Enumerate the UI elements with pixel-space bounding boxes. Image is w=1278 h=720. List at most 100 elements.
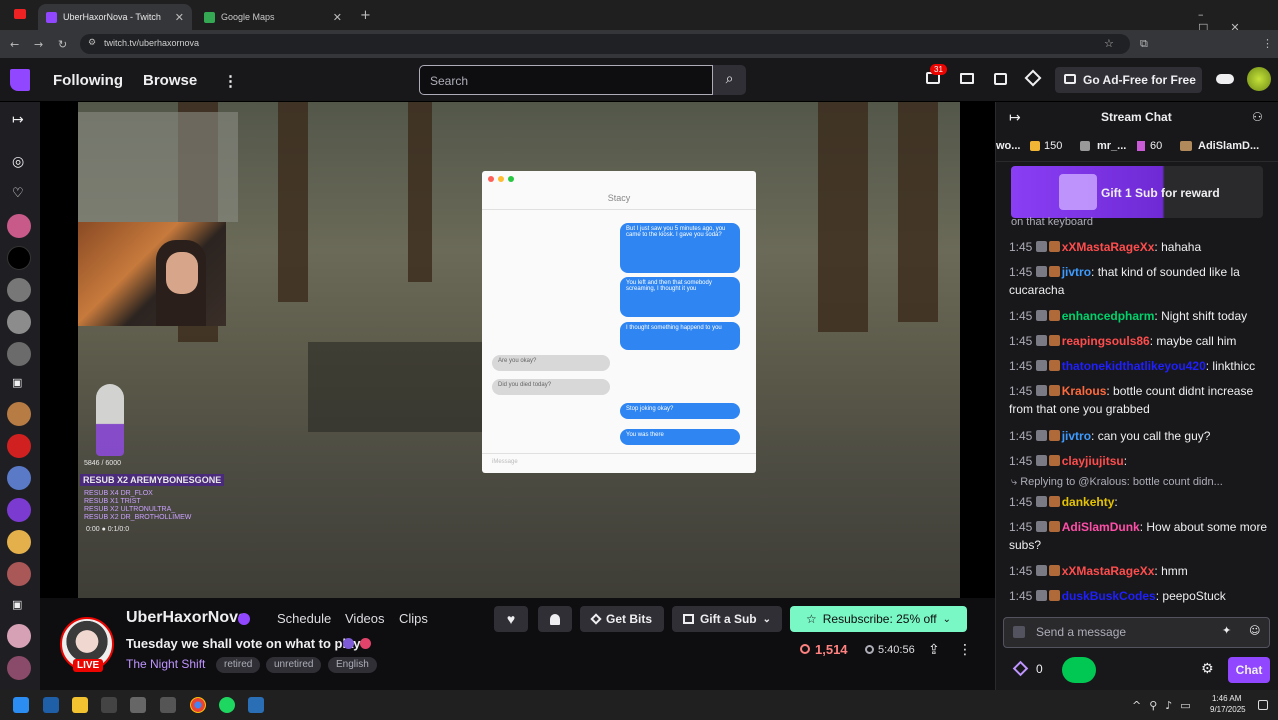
rail-channel-avatar[interactable] (7, 498, 31, 522)
chat-username[interactable]: reapingsouls86 (1062, 334, 1150, 348)
tab-clips[interactable]: Clips (399, 611, 428, 626)
inbox-icon[interactable] (960, 73, 974, 84)
user-badge-icon (1048, 360, 1060, 371)
chat-username[interactable]: enhancedpharm (1062, 309, 1155, 323)
chat-username[interactable]: Kralous (1062, 384, 1107, 398)
app-icon[interactable] (130, 697, 146, 713)
chat-username[interactable]: dankehty (1062, 495, 1115, 509)
site-info-icon[interactable]: ⚙ (88, 38, 96, 48)
resub-banner: RESUB X2 AREMYBONESGONE (80, 474, 225, 486)
settings-gear-icon[interactable]: ⚙ (1201, 661, 1214, 677)
whispers-icon[interactable] (994, 73, 1007, 85)
user-badge-icon (1048, 430, 1060, 441)
spotify-icon[interactable] (219, 697, 235, 713)
collapse-chat-icon[interactable]: ↦ (1009, 110, 1021, 126)
tag-retired[interactable]: retired (216, 657, 261, 673)
nav-browse[interactable]: Browse (143, 72, 197, 89)
chat-username[interactable]: jivtro (1062, 265, 1091, 279)
extensions-icon[interactable]: ⧉ (1140, 37, 1148, 51)
app-icon[interactable] (101, 697, 117, 713)
emoji-icon[interactable]: ☺ (1249, 624, 1260, 637)
tab-schedule[interactable]: Schedule (277, 611, 331, 626)
browser-tab-maps[interactable]: Google Maps ✕ (196, 4, 350, 30)
rail-channel-avatar[interactable] (7, 530, 31, 554)
resub-line: RESUB X4 DR_FLOX (84, 490, 153, 497)
new-tab-button[interactable]: + (360, 8, 371, 23)
resubscribe-button[interactable]: ☆ Resubscribe: 25% off ⌄ (790, 606, 967, 632)
chat-username[interactable]: AdiSlamDunk (1062, 520, 1140, 534)
browser-menu-icon[interactable] (14, 9, 26, 19)
cloud-icon[interactable] (1216, 74, 1234, 84)
back-icon[interactable]: ← (10, 38, 19, 51)
chat-message: 1:45 dankehty: (1009, 493, 1271, 511)
bookmark-star-icon[interactable]: ☆ (1104, 37, 1114, 50)
chat-username[interactable]: xXMastaRageXx (1062, 564, 1155, 578)
task-view-icon[interactable] (43, 697, 59, 713)
tag-unretired[interactable]: unretired (266, 657, 322, 673)
chat-send-button[interactable]: Chat (1228, 657, 1270, 683)
rail-channel-avatar[interactable] (7, 466, 31, 490)
rail-channel-avatar[interactable] (7, 434, 31, 458)
chat-username[interactable]: jivtro (1062, 429, 1091, 443)
game-link[interactable]: The Night Shift (126, 657, 205, 671)
browser-tab-twitch[interactable]: UberHaxorNova - Twitch ✕ (38, 4, 192, 30)
search-input[interactable]: Search (419, 65, 713, 95)
expand-rail-icon[interactable]: ↦ (12, 112, 24, 128)
tab-videos[interactable]: Videos (345, 611, 385, 626)
rail-channel-avatar[interactable] (7, 656, 31, 680)
gift-sub-banner[interactable]: Gift 1 Sub for reward (1011, 166, 1263, 218)
nav-following[interactable]: Following (53, 72, 123, 89)
chat-timestamp: 1:45 (1009, 359, 1033, 373)
get-bits-button[interactable]: Get Bits (580, 606, 664, 632)
app-icon[interactable] (248, 697, 264, 713)
search-icon[interactable]: ⌕ (713, 65, 746, 95)
notification-badge: 31 (930, 64, 947, 75)
notification-bell-button[interactable] (538, 606, 572, 632)
bonus-chest-icon[interactable] (1062, 657, 1096, 683)
address-bar[interactable]: twitch.tv/uberhaxornova (80, 34, 1130, 54)
game-message-window: Stacy But I just saw you 5 minutes ago, … (482, 171, 756, 473)
gift-sub-button[interactable]: Gift a Sub ⌄ (672, 606, 782, 632)
twitch-logo-icon[interactable] (10, 69, 30, 91)
chat-text: : peepoStuck (1155, 589, 1226, 603)
follow-heart-button[interactable]: ♥ (494, 606, 528, 632)
reload-icon[interactable]: ↻ (58, 38, 67, 51)
community-icon[interactable]: ⚇ (1252, 110, 1263, 124)
rail-channel-avatar[interactable] (7, 214, 31, 238)
tray-icons[interactable]: ^⚲♪▭ (1132, 699, 1199, 712)
chat-username[interactable]: duskBuskCodes (1062, 589, 1156, 603)
nav-more-icon[interactable]: ⋮ (223, 72, 238, 90)
tag-english[interactable]: English (328, 657, 377, 673)
window-min-dot (498, 176, 504, 182)
rail-channel-avatar[interactable] (7, 624, 31, 648)
rail-channel-avatar[interactable] (7, 402, 31, 426)
channel-points-count: 0 (1036, 662, 1043, 676)
app-icon[interactable] (160, 697, 176, 713)
message-bubble: Are you okay? (492, 355, 610, 371)
share-icon[interactable]: ⇪ (928, 642, 940, 658)
emote-picker-icon[interactable] (1013, 626, 1025, 638)
channel-name[interactable]: UberHaxorNova (126, 609, 247, 627)
rail-channel-avatar[interactable] (7, 246, 31, 270)
user-badge-icon (1048, 455, 1060, 466)
forward-icon[interactable]: → (34, 38, 43, 51)
chat-username[interactable]: clayjiujitsu (1062, 454, 1124, 468)
windows-start-icon[interactable] (13, 697, 29, 713)
chat-username[interactable]: xXMastaRageXx (1062, 240, 1155, 254)
user-avatar[interactable] (1247, 67, 1271, 91)
file-explorer-icon[interactable] (72, 697, 88, 713)
notification-center-icon[interactable] (1258, 700, 1268, 710)
rail-channel-avatar[interactable] (7, 310, 31, 334)
more-options-icon[interactable]: ⋮ (958, 642, 972, 658)
rail-channel-avatar[interactable] (7, 278, 31, 302)
go-ad-free-button[interactable]: Go Ad-Free for Free (1055, 67, 1202, 93)
tab-close-icon[interactable]: ✕ (175, 11, 184, 24)
rail-channel-avatar[interactable] (7, 562, 31, 586)
rail-channel-avatar[interactable] (7, 342, 31, 366)
browser-menu-dots-icon[interactable]: ⋮ (1262, 37, 1273, 50)
chevron-down-icon: ⌄ (762, 613, 772, 625)
magic-icon[interactable]: ✦ (1222, 624, 1231, 637)
tab-close-icon[interactable]: ✕ (333, 11, 342, 24)
chrome-icon[interactable] (190, 697, 206, 713)
chat-username[interactable]: thatonekidthatlikeyou420 (1062, 359, 1206, 373)
